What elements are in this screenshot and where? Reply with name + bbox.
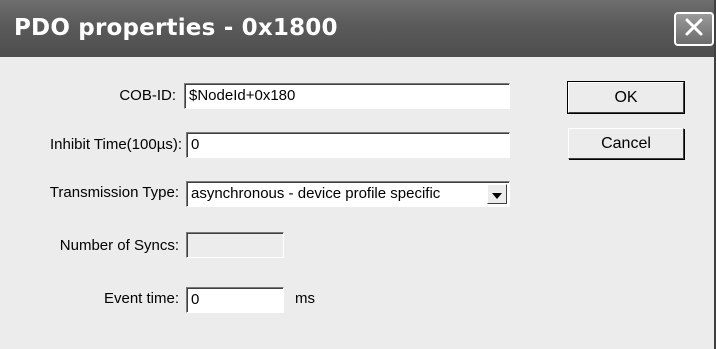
chevron-down-icon (492, 186, 502, 203)
inhibit-time-label: Inhibit Time(100µs): (49, 136, 182, 153)
event-time-unit: ms (295, 290, 315, 307)
transmission-type-selected: asynchronous - device profile specific (191, 185, 441, 202)
cob-id-label: COB-ID: (119, 87, 176, 104)
number-of-syncs-label: Number of Syncs: (59, 237, 179, 254)
cob-id-field[interactable]: $NodeId+0x180 (184, 83, 510, 109)
event-time-label: Event time: (103, 290, 179, 307)
event-time-field[interactable]: 0 (186, 287, 284, 313)
transmission-type-label: Transmission Type: (49, 184, 179, 201)
title-bar: PDO properties - 0x1800 (0, 0, 714, 57)
ok-button[interactable]: OK (567, 81, 685, 114)
dropdown-button[interactable] (487, 184, 507, 204)
cancel-button[interactable]: Cancel (568, 128, 684, 159)
inhibit-time-field[interactable]: 0 (186, 132, 510, 158)
window-title: PDO properties - 0x1800 (14, 15, 338, 41)
number-of-syncs-field (186, 232, 284, 258)
transmission-type-select[interactable]: asynchronous - device profile specific (186, 181, 510, 207)
close-button[interactable] (674, 12, 714, 46)
pdo-properties-dialog: PDO properties - 0x1800 COB-ID: $NodeId+… (0, 0, 716, 349)
close-icon (683, 16, 705, 43)
